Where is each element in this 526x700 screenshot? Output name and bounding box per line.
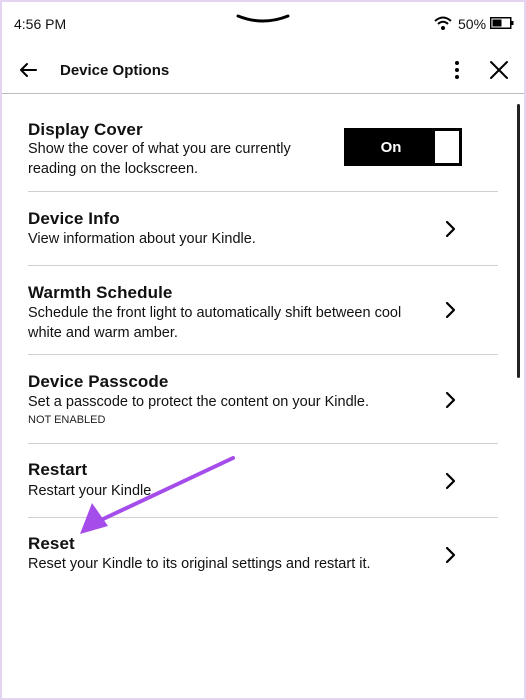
passcode-status: NOT ENABLED <box>28 414 106 426</box>
setting-reset[interactable]: Reset Reset your Kindle to its original … <box>28 518 498 592</box>
chevron-right-icon <box>445 472 456 490</box>
setting-description: Show the cover of what you are currently… <box>28 141 291 177</box>
setting-title: Device Info <box>28 209 120 228</box>
setting-description: Schedule the front light to automaticall… <box>28 305 402 341</box>
setting-description: Reset your Kindle to its original settin… <box>28 556 371 572</box>
back-arrow-icon[interactable] <box>16 58 40 82</box>
setting-description: Set a passcode to protect the content on… <box>28 394 369 410</box>
battery-percentage: 50% <box>458 16 487 32</box>
setting-description: View information about your Kindle. <box>28 231 256 247</box>
status-time: 4:56 PM <box>14 16 67 32</box>
display-cover-toggle[interactable]: On <box>344 128 462 166</box>
header-bar: Device Options <box>2 44 524 94</box>
more-options-icon[interactable] <box>447 58 467 82</box>
pulldown-handle-icon[interactable] <box>236 14 290 26</box>
scrollbar[interactable] <box>517 104 520 378</box>
setting-title: Display Cover <box>28 120 143 139</box>
chevron-right-icon <box>445 301 456 319</box>
setting-description: Restart your Kindle. <box>28 483 156 499</box>
setting-title: Warmth Schedule <box>28 283 173 302</box>
close-icon[interactable] <box>488 59 510 81</box>
setting-title: Device Passcode <box>28 372 169 391</box>
chevron-right-icon <box>445 546 456 564</box>
status-bar: 4:56 PM 50% <box>2 2 524 44</box>
setting-restart[interactable]: Restart Restart your Kindle. <box>28 444 498 518</box>
chevron-right-icon <box>445 391 456 409</box>
setting-title: Reset <box>28 534 75 553</box>
setting-device-info[interactable]: Device Info View information about your … <box>28 192 498 266</box>
setting-device-passcode[interactable]: Device Passcode Set a passcode to protec… <box>28 355 498 444</box>
page-title: Device Options <box>60 62 170 79</box>
chevron-right-icon <box>445 220 456 238</box>
toggle-on-label: On <box>380 138 402 156</box>
setting-title: Restart <box>28 460 88 479</box>
setting-warmth-schedule[interactable]: Warmth Schedule Schedule the front light… <box>28 266 498 355</box>
toggle-knob <box>435 131 459 163</box>
wifi-icon <box>434 16 452 30</box>
screen: 4:56 PM 50% Device Options Display Cover… <box>2 2 524 698</box>
battery-icon <box>490 17 514 29</box>
settings-list: Display Cover Show the cover of what you… <box>2 94 524 698</box>
setting-display-cover: Display Cover Show the cover of what you… <box>28 94 498 192</box>
